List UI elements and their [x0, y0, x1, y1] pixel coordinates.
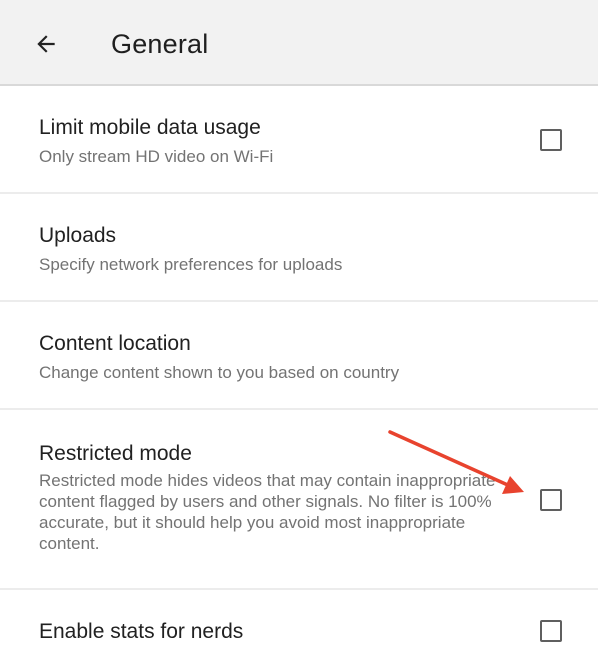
setting-title: Content location [39, 332, 191, 355]
setting-uploads[interactable]: Uploads Specify network preferences for … [0, 194, 598, 302]
setting-subtitle: Only stream HD video on Wi-Fi [39, 147, 274, 166]
stats-for-nerds-checkbox[interactable] [540, 620, 562, 642]
setting-stats-for-nerds[interactable]: Enable stats for nerds [0, 590, 598, 665]
settings-list: Limit mobile data usage Only stream HD v… [0, 86, 598, 665]
setting-content-location[interactable]: Content location Change content shown to… [0, 302, 598, 410]
restricted-mode-checkbox[interactable] [540, 489, 562, 511]
app-bar: General [0, 0, 598, 86]
setting-subtitle: Change content shown to you based on cou… [39, 363, 400, 382]
setting-title: Uploads [39, 224, 117, 247]
arrow-back-icon [37, 35, 55, 53]
settings-screen: General Limit mobile data usage Only str… [0, 0, 598, 665]
setting-title: Enable stats for nerds [39, 620, 244, 643]
setting-limit-mobile-data[interactable]: Limit mobile data usage Only stream HD v… [0, 86, 598, 194]
setting-title: Restricted mode [39, 442, 192, 465]
setting-title: Limit mobile data usage [39, 116, 261, 139]
limit-mobile-data-checkbox[interactable] [540, 129, 562, 151]
setting-subtitle: Specify network preferences for uploads [39, 255, 343, 274]
red-arrow-annotation-icon [388, 430, 524, 494]
back-button[interactable] [26, 24, 66, 64]
page-title: General [111, 29, 209, 59]
